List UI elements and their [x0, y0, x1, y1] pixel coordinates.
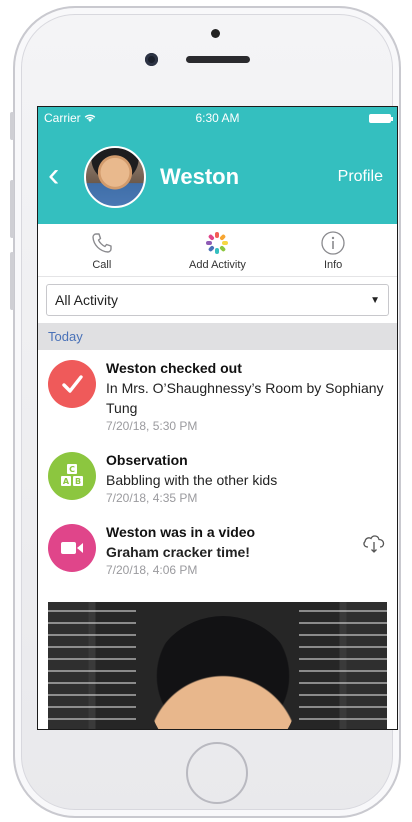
blocks-icon: C A B: [61, 464, 83, 486]
feed-item-title: Observation: [106, 452, 188, 468]
phone-icon: [92, 232, 112, 253]
activity-filter-dropdown[interactable]: All Activity ▼: [46, 284, 389, 316]
blocks-badge: C A B: [48, 452, 96, 500]
profile-header: ‹ Weston Profile: [38, 129, 397, 224]
video-thumbnail[interactable]: [48, 602, 387, 729]
child-avatar[interactable]: [84, 145, 146, 208]
carrier-label: Carrier: [44, 111, 81, 125]
add-activity-button[interactable]: Add Activity: [167, 230, 267, 271]
volume-up-button: [10, 180, 14, 238]
svg-text:C: C: [69, 465, 75, 474]
info-label: Info: [323, 258, 343, 271]
add-activity-label: Add Activity: [189, 258, 246, 271]
activity-feed: Weston checked out In Mrs. O’Shaughnessy…: [38, 350, 397, 729]
proximity-sensor: [211, 29, 220, 38]
info-button[interactable]: Info: [283, 230, 383, 271]
dropdown-caret-icon: ▼: [370, 294, 380, 306]
feed-item-observation[interactable]: C A B Observation Babbling with the othe…: [38, 442, 397, 514]
front-camera: [145, 53, 158, 66]
feed-item-description: Babbling with the other kids: [106, 472, 278, 488]
wifi-icon: [84, 114, 95, 122]
video-camera-icon: [61, 542, 83, 554]
svg-text:A: A: [63, 477, 70, 486]
checkmark-badge: [48, 360, 96, 408]
section-header-today: Today: [38, 323, 397, 350]
call-button[interactable]: Call: [52, 230, 152, 271]
action-bar: Call Add Activity Info: [38, 224, 397, 277]
profile-button[interactable]: Profile: [338, 168, 383, 186]
feed-item-description: Graham cracker time!: [106, 544, 250, 560]
home-button[interactable]: [186, 742, 248, 804]
feed-item-time: 7/20/18, 4:06 PM: [106, 563, 198, 577]
mute-switch: [10, 112, 14, 140]
call-label: Call: [92, 258, 112, 271]
pinwheel-icon: [206, 231, 229, 254]
feed-item-checkout[interactable]: Weston checked out In Mrs. O’Shaughnessy…: [38, 350, 397, 442]
back-chevron-icon[interactable]: ‹: [48, 158, 78, 192]
checkmark-icon: [62, 375, 83, 393]
battery-icon: [369, 113, 393, 123]
section-label: Today: [48, 329, 83, 344]
feed-item-time: 7/20/18, 5:30 PM: [106, 419, 198, 433]
info-icon: [321, 230, 345, 255]
svg-text:B: B: [75, 477, 81, 486]
feed-item-title: Weston checked out: [106, 360, 242, 376]
header-area: Carrier 6:30 AM ‹ Weston Profile: [38, 107, 397, 224]
feed-item-description: In Mrs. O’Shaughnessy’s Room by Sophiany…: [106, 380, 384, 416]
volume-down-button: [10, 252, 14, 310]
cloud-download-icon[interactable]: [361, 532, 387, 559]
feed-item-time: 7/20/18, 4:35 PM: [106, 491, 198, 505]
earpiece-speaker: [186, 56, 250, 63]
app-screen: Carrier 6:30 AM ‹ Weston Profile Call Ad…: [37, 106, 398, 730]
video-badge: [48, 524, 96, 572]
feed-item-video[interactable]: Weston was in a video Graham cracker tim…: [38, 514, 397, 586]
filter-selected-value: All Activity: [55, 292, 119, 308]
status-bar: Carrier 6:30 AM: [38, 107, 397, 129]
filter-row: All Activity ▼: [38, 277, 397, 323]
child-name: Weston: [160, 163, 240, 189]
feed-item-title: Weston was in a video: [106, 524, 256, 540]
